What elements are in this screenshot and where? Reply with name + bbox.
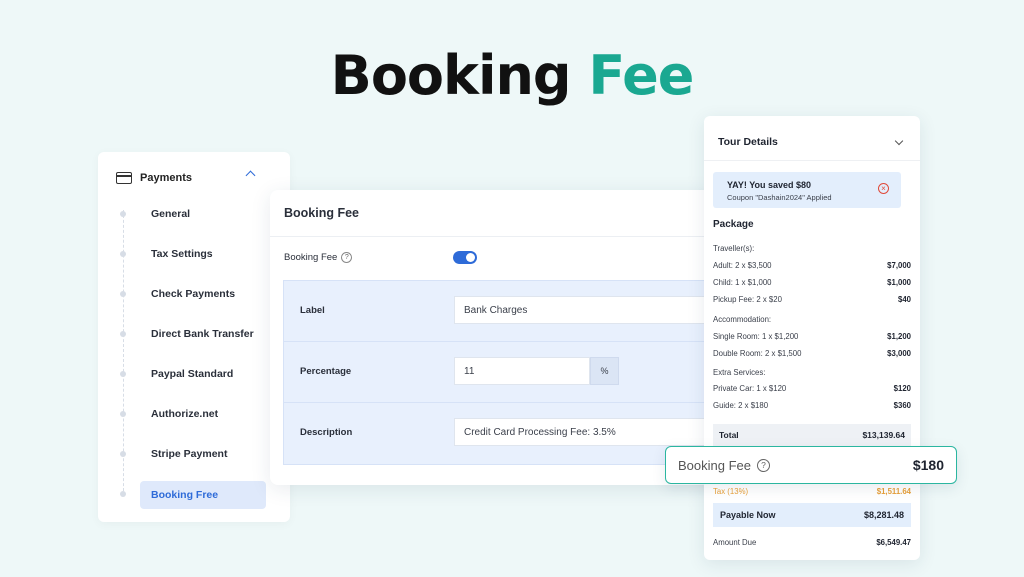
tour-details-title: Tour Details xyxy=(718,136,778,148)
sidebar-item-paypal-standard[interactable]: Paypal Standard xyxy=(140,361,266,387)
line-item-label: Double Room: 2 x $1,500 xyxy=(713,349,802,358)
travellers-heading: Traveller(s): xyxy=(713,244,755,253)
booking-fee-toggle-label: Booking Fee ? xyxy=(284,252,353,263)
sidebar-item-check-payments[interactable]: Check Payments xyxy=(140,281,266,307)
booking-fee-form: Label Bank Charges Percentage 11 % Descr… xyxy=(283,280,721,465)
remove-coupon-icon[interactable]: × xyxy=(878,183,889,194)
sidebar-dot xyxy=(120,251,126,257)
amount-due-label: Amount Due xyxy=(713,538,757,547)
line-item-value: $1,000 xyxy=(887,278,911,287)
hero-title: Booking Fee xyxy=(0,44,1024,107)
accommodation-heading: Accommodation: xyxy=(713,315,772,324)
line-item: Pickup Fee: 2 x $20 $40 xyxy=(713,295,911,304)
line-item-value: $360 xyxy=(893,401,911,410)
description-field-label: Description xyxy=(300,427,353,438)
payable-now-row: Payable Now $8,281.48 xyxy=(713,503,911,527)
package-title: Package xyxy=(713,219,754,230)
sidebar-dot xyxy=(120,371,126,377)
description-input[interactable]: Credit Card Processing Fee: 3.5% xyxy=(454,418,721,446)
sidebar-item-stripe-payment[interactable]: Stripe Payment xyxy=(140,441,266,467)
form-row-description: Description Credit Card Processing Fee: … xyxy=(284,403,721,463)
help-icon[interactable]: ? xyxy=(757,459,770,472)
tour-details-card: Tour Details YAY! You saved $80 Coupon "… xyxy=(704,116,920,560)
callout-label: Booking Fee xyxy=(678,458,751,473)
sidebar-item-direct-bank-transfer[interactable]: Direct Bank Transfer xyxy=(140,321,266,347)
sidebar-item-tax-settings[interactable]: Tax Settings xyxy=(140,241,266,267)
tour-divider xyxy=(704,160,920,161)
tax-row: Tax (13%) $1,511.64 xyxy=(713,487,911,496)
sidebar-item-general[interactable]: General xyxy=(140,201,266,227)
callout-value: $180 xyxy=(912,457,944,473)
label-field-label: Label xyxy=(300,305,325,316)
line-item: Guide: 2 x $180 $360 xyxy=(713,401,911,410)
booking-fee-toggle[interactable] xyxy=(453,251,477,264)
percentage-field-label: Percentage xyxy=(300,366,352,377)
sidebar-dot xyxy=(120,491,126,497)
total-row: Total $13,139.64 xyxy=(713,424,911,446)
coupon-banner: YAY! You saved $80 Coupon "Dashain2024" … xyxy=(713,172,901,208)
panel-divider xyxy=(270,236,720,237)
amount-due-value: $6,549.47 xyxy=(876,538,911,547)
line-item-value: $40 xyxy=(897,295,911,304)
line-item-value: $3,000 xyxy=(887,349,911,358)
line-item: Child: 1 x $1,000 $1,000 xyxy=(713,278,911,287)
payments-section-header[interactable]: Payments xyxy=(116,168,276,188)
line-item-label: Single Room: 1 x $1,200 xyxy=(713,332,799,341)
line-item-label: Private Car: 1 x $120 xyxy=(713,384,787,393)
tax-value: $1,511.64 xyxy=(876,487,911,496)
amount-due-row: Amount Due $6,549.47 xyxy=(713,538,911,547)
sidebar-item-authorize-net[interactable]: Authorize.net xyxy=(140,401,266,427)
line-item-value: $7,000 xyxy=(887,261,911,270)
chevron-up-icon[interactable] xyxy=(245,170,256,181)
sidebar-item-booking-free[interactable]: Booking Free xyxy=(140,481,266,509)
line-item-label: Adult: 2 x $3,500 xyxy=(713,261,772,270)
hero-title-accent: Fee xyxy=(588,44,694,107)
payable-now-value: $8,281.48 xyxy=(863,510,904,520)
sidebar-dot xyxy=(120,291,126,297)
credit-card-icon xyxy=(116,172,132,184)
extras-heading: Extra Services: xyxy=(713,368,766,377)
chevron-down-icon[interactable] xyxy=(894,136,904,146)
line-item-label: Child: 1 x $1,000 xyxy=(713,278,772,287)
line-item-label: Pickup Fee: 2 x $20 xyxy=(713,295,782,304)
sidebar-dot xyxy=(120,411,126,417)
hero-title-part1: Booking xyxy=(330,44,572,107)
percent-suffix: % xyxy=(590,357,619,385)
line-item-label: Guide: 2 x $180 xyxy=(713,401,769,410)
total-value: $13,139.64 xyxy=(862,430,905,440)
booking-fee-settings-panel: Booking Fee Booking Fee ? Label Bank Cha… xyxy=(270,190,721,485)
coupon-title: YAY! You saved $80 xyxy=(727,180,812,190)
tax-label: Tax (13%) xyxy=(713,487,749,496)
line-item: Double Room: 2 x $1,500 $3,000 xyxy=(713,349,911,358)
line-item-value: $1,200 xyxy=(887,332,911,341)
line-item: Adult: 2 x $3,500 $7,000 xyxy=(713,261,911,270)
line-item: Single Room: 1 x $1,200 $1,200 xyxy=(713,332,911,341)
line-item-value: $120 xyxy=(893,384,911,393)
percentage-input[interactable]: 11 xyxy=(454,357,590,385)
help-icon[interactable]: ? xyxy=(341,252,353,263)
payments-section-title: Payments xyxy=(140,172,192,184)
coupon-subtitle: Coupon "Dashain2024" Applied xyxy=(727,193,832,202)
toggle-label-text: Booking Fee xyxy=(284,252,338,263)
panel-title: Booking Fee xyxy=(284,206,360,220)
booking-fee-callout: Booking Fee ? $180 xyxy=(665,446,957,484)
payable-now-label: Payable Now xyxy=(720,510,776,520)
form-row-percentage: Percentage 11 % xyxy=(284,342,721,403)
payments-sidebar: Payments General Tax Settings Check Paym… xyxy=(98,152,290,522)
total-label: Total xyxy=(719,430,739,440)
sidebar-dot xyxy=(120,211,126,217)
form-row-label: Label Bank Charges xyxy=(284,281,721,342)
sidebar-dot xyxy=(120,331,126,337)
line-item: Private Car: 1 x $120 $120 xyxy=(713,384,911,393)
label-input[interactable]: Bank Charges xyxy=(454,296,721,324)
sidebar-dot xyxy=(120,451,126,457)
